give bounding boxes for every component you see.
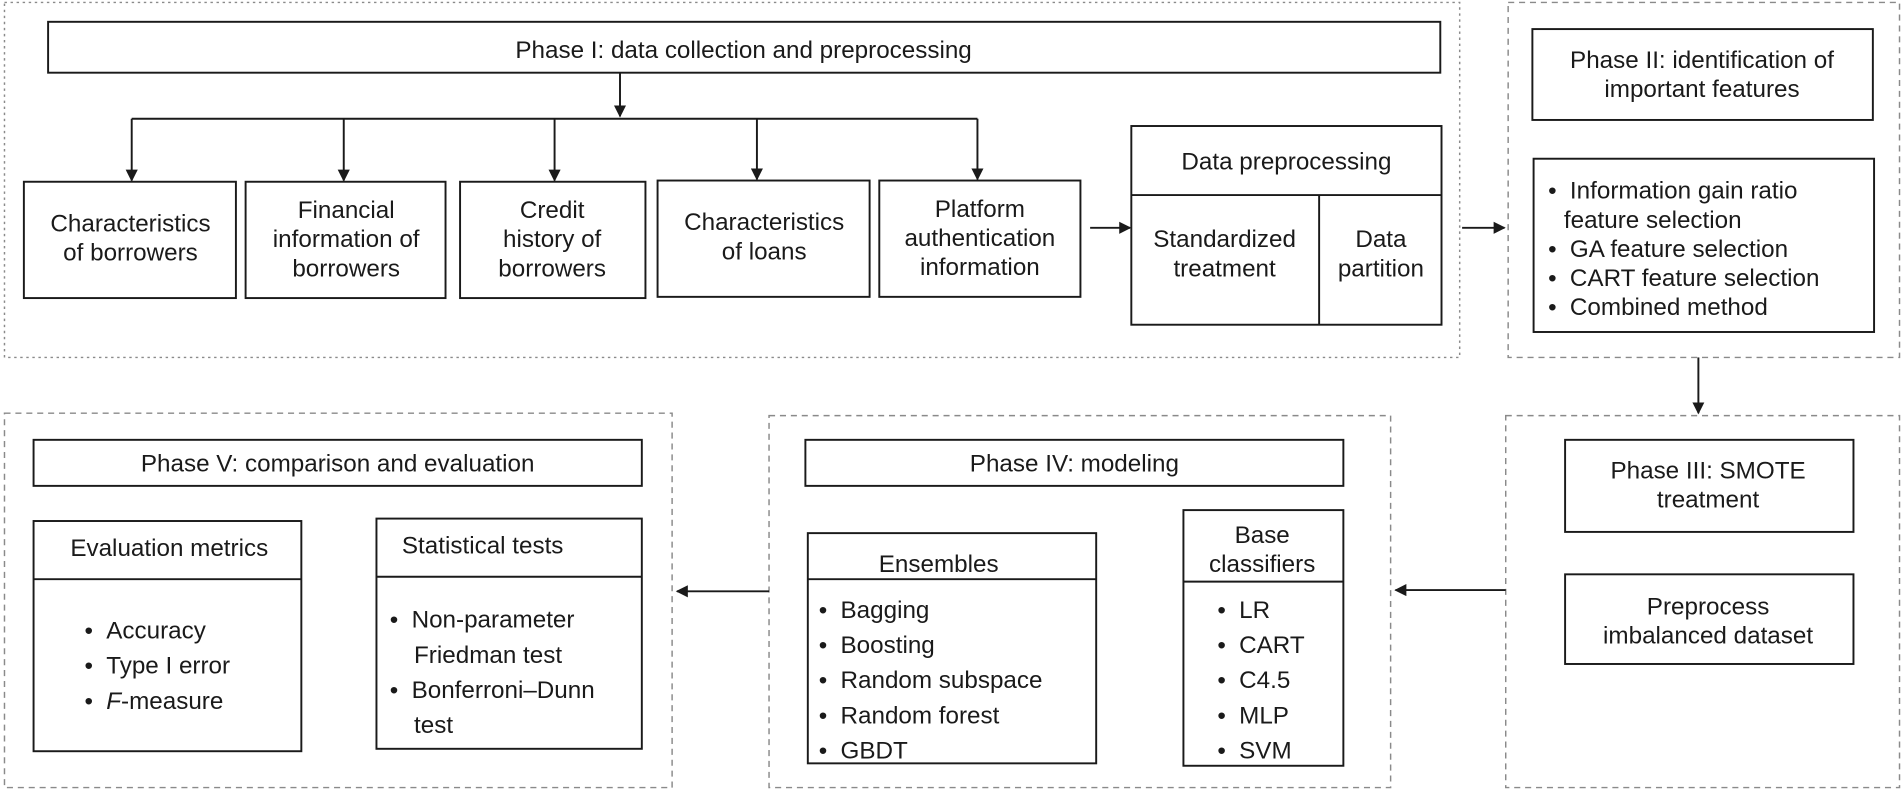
bullet-icon: • — [1217, 667, 1225, 694]
statistical-tests-title: Statistical tests — [402, 533, 564, 560]
phase-3-group: Phase III: SMOTE treatment Preprocess im… — [1505, 414, 1901, 789]
phase-2-title: important features — [1604, 76, 1799, 103]
bullet-icon: • — [1217, 597, 1225, 624]
ensembles-title: Ensembles — [879, 551, 999, 578]
bullet-icon: • — [1217, 632, 1225, 659]
source-label: Financial — [298, 197, 395, 224]
metric-item: Type I error — [106, 653, 230, 680]
test-item: test — [414, 712, 453, 739]
source-label: borrowers — [292, 255, 400, 282]
phase-2-group: Phase II: identification of important fe… — [1507, 1, 1901, 359]
bullet-icon: • — [1548, 265, 1556, 292]
method-item: GA feature selection — [1570, 236, 1788, 263]
data-preprocessing-title: Data preprocessing — [1181, 149, 1391, 176]
ensemble-item: Bagging — [841, 597, 930, 624]
source-label: borrowers — [498, 255, 606, 282]
bullet-icon: • — [1217, 737, 1225, 764]
bullet-icon: • — [819, 632, 827, 659]
metric-item: Accuracy — [106, 618, 206, 645]
metric-item: F-measure — [106, 688, 223, 715]
metric-f-letter: F — [106, 688, 122, 715]
phase-2-title: Phase II: identification of — [1570, 47, 1834, 74]
phase-5-title: Phase V: comparison and evaluation — [141, 450, 535, 477]
ensemble-item: Random forest — [841, 702, 1000, 729]
bullet-icon: • — [819, 667, 827, 694]
phase-4-group: Phase IV: modeling Ensembles • Bagging •… — [768, 414, 1392, 789]
phase-3-title: Phase III: SMOTE — [1610, 458, 1805, 485]
metric-suffix: -measure — [121, 688, 223, 715]
phase-3-body: Preprocess — [1647, 593, 1770, 620]
ensemble-item: Random subspace — [841, 667, 1043, 694]
source-label: Characteristics — [50, 210, 210, 237]
bullet-icon: • — [1548, 294, 1556, 321]
ensemble-item: Boosting — [841, 632, 935, 659]
classifier-item: CART — [1239, 632, 1305, 659]
bullet-icon: • — [1548, 236, 1556, 263]
source-label: of loans — [722, 238, 807, 265]
source-label: Characteristics — [684, 209, 844, 236]
classifier-item: MLP — [1239, 702, 1289, 729]
data-partition-label: Data — [1355, 226, 1407, 253]
test-item: Friedman test — [414, 642, 562, 669]
phase-3-title: treatment — [1657, 487, 1760, 514]
bullet-icon: • — [84, 688, 92, 715]
bullet-icon: • — [1217, 702, 1225, 729]
bullet-icon: • — [390, 607, 398, 634]
data-partition-label: partition — [1338, 255, 1424, 282]
source-label: Credit — [520, 197, 585, 224]
standardized-treatment-label: Standardized — [1153, 226, 1296, 253]
phase-5-group: Phase V: comparison and evaluation Evalu… — [3, 412, 673, 789]
method-item: feature selection — [1564, 207, 1742, 234]
standardized-treatment-label: treatment — [1173, 255, 1276, 282]
method-item: Combined method — [1570, 294, 1768, 321]
source-label: history of — [503, 226, 602, 253]
bullet-icon: • — [390, 677, 398, 704]
base-classifiers-title: Base — [1235, 522, 1290, 549]
ensemble-item: GBDT — [841, 737, 908, 764]
bullet-icon: • — [84, 653, 92, 680]
base-classifiers-title: classifiers — [1209, 551, 1315, 578]
phase-1-group: Phase I: data collection and preprocessi… — [3, 1, 1461, 359]
phase-2-title-box — [1531, 28, 1874, 121]
source-label: information of — [273, 226, 420, 253]
bullet-icon: • — [1548, 178, 1556, 205]
classifier-item: SVM — [1239, 737, 1291, 764]
method-item: CART feature selection — [1570, 265, 1820, 292]
bullet-icon: • — [819, 737, 827, 764]
phase-4-title: Phase IV: modeling — [970, 450, 1179, 477]
source-label: of borrowers — [63, 240, 198, 267]
test-item: Non-parameter — [412, 607, 575, 634]
classifier-item: C4.5 — [1239, 667, 1290, 694]
source-label: information — [920, 254, 1040, 281]
bullet-icon: • — [84, 618, 92, 645]
phase-3-body: imbalanced dataset — [1603, 622, 1813, 649]
phase-1-title: Phase I: data collection and preprocessi… — [515, 37, 971, 64]
source-label: Platform — [935, 196, 1025, 223]
method-item: Information gain ratio — [1570, 178, 1798, 205]
bullet-icon: • — [819, 702, 827, 729]
classifier-item: LR — [1239, 597, 1270, 624]
bullet-icon: • — [819, 597, 827, 624]
evaluation-metrics-title: Evaluation metrics — [70, 535, 268, 562]
research-framework-diagram: Phase I: data collection and preprocessi… — [3, 1, 1901, 789]
source-label: authentication — [904, 225, 1055, 252]
test-item: Bonferroni–Dunn — [412, 677, 595, 704]
